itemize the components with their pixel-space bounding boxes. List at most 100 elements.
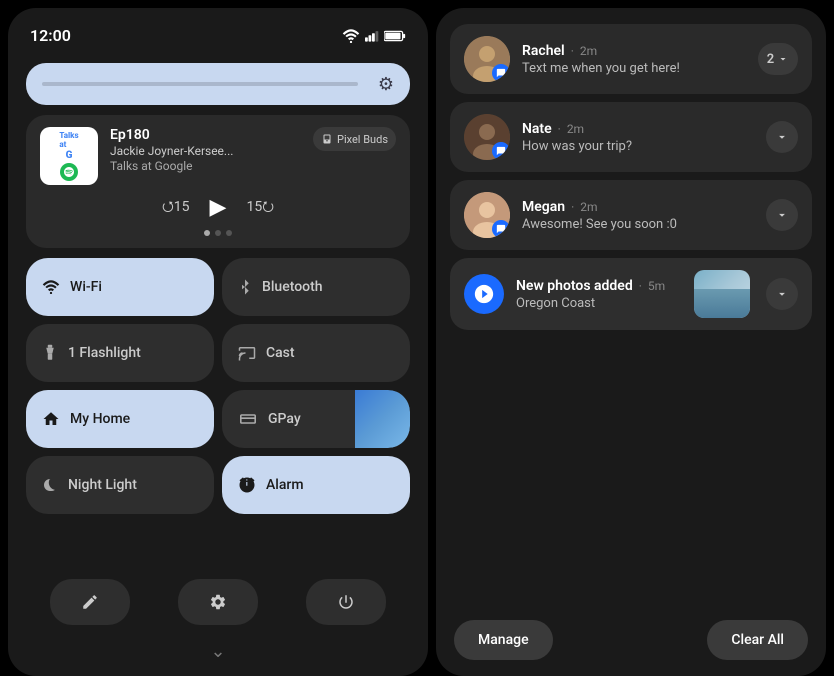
quick-tiles-grid: Wi-Fi Bluetooth 1 Flashlight <box>26 258 410 514</box>
status-time: 12:00 <box>30 26 71 45</box>
media-title: Jackie Joyner-Kersee... <box>110 144 301 158</box>
notif-time-nate: 2m <box>567 122 584 136</box>
notif-msg-nate: How was your trip? <box>522 139 754 154</box>
tile-night-light[interactable]: Night Light <box>26 456 214 514</box>
alarm-tile-icon <box>238 476 256 494</box>
tile-cast[interactable]: Cast <box>222 324 410 382</box>
notif-header-photos: New photos added · 5m <box>516 278 682 294</box>
notif-time-rachel: 2m <box>580 44 597 58</box>
bottom-bar <box>26 573 410 631</box>
notif-expand-nate[interactable] <box>766 121 798 153</box>
cast-tile-icon <box>238 345 256 361</box>
notification-actions: Manage Clear All <box>450 616 812 660</box>
wifi-tile-icon <box>42 280 60 294</box>
brightness-track <box>42 82 358 86</box>
status-icons <box>342 29 406 43</box>
power-button[interactable] <box>306 579 386 625</box>
edit-button[interactable] <box>50 579 130 625</box>
avatar-nate <box>464 114 510 160</box>
photos-thumb-inner <box>694 289 750 318</box>
tile-my-home[interactable]: My Home <box>26 390 214 448</box>
notif-name-nate: Nate <box>522 121 552 137</box>
tile-bluetooth-label: Bluetooth <box>262 279 323 295</box>
media-device-name: Pixel Buds <box>337 133 388 146</box>
manage-button[interactable]: Manage <box>454 620 553 660</box>
dot-3 <box>226 230 232 236</box>
avatar-badge-nate <box>492 142 510 160</box>
flashlight-tile-icon <box>42 344 58 362</box>
notif-header-megan: Megan · 2m <box>522 199 754 215</box>
tile-flashlight[interactable]: 1 Flashlight <box>26 324 214 382</box>
collapse-chevron[interactable]: ⌄ <box>26 641 410 666</box>
notification-nate[interactable]: Nate · 2m How was your trip? <box>450 102 812 172</box>
night-light-tile-icon <box>42 476 58 494</box>
tile-cast-label: Cast <box>266 345 295 361</box>
notification-rachel[interactable]: Rachel · 2m Text me when you get here! 2 <box>450 24 812 94</box>
brightness-icon: ⚙ <box>378 74 394 95</box>
battery-icon <box>384 30 406 42</box>
google-logo: G <box>66 150 73 161</box>
status-bar: 12:00 <box>26 26 410 53</box>
avatar-badge-megan <box>492 220 510 238</box>
tile-bluetooth[interactable]: Bluetooth <box>222 258 410 316</box>
tile-wifi[interactable]: Wi-Fi <box>26 258 214 316</box>
notif-content-nate: Nate · 2m How was your trip? <box>522 121 754 154</box>
media-source: Talks at Google <box>110 159 301 173</box>
tile-gpay-label: GPay <box>268 411 301 427</box>
media-controls[interactable]: ⭯15 ▶ 15⭮ <box>40 195 396 220</box>
dot-2 <box>215 230 221 236</box>
notif-header-nate: Nate · 2m <box>522 121 754 137</box>
photos-app-icon <box>464 274 504 314</box>
notif-time-megan: 2m <box>580 200 597 214</box>
tile-flashlight-label: 1 Flashlight <box>68 345 141 361</box>
notif-content-rachel: Rachel · 2m Text me when you get here! <box>522 43 746 76</box>
tile-my-home-label: My Home <box>70 411 130 427</box>
media-info: Ep180 Jackie Joyner-Kersee... Talks at G… <box>110 127 301 173</box>
gpay-tile-icon <box>238 411 258 427</box>
notif-time-photos: 5m <box>648 279 665 293</box>
tile-alarm[interactable]: Alarm <box>222 456 410 514</box>
home-tile-icon <box>42 410 60 428</box>
notif-msg-rachel: Text me when you get here! <box>522 61 746 76</box>
media-play-btn[interactable]: ▶ <box>210 195 227 220</box>
bluetooth-tile-icon <box>238 278 252 296</box>
notif-msg-megan: Awesome! See you soon :0 <box>522 217 754 232</box>
photos-thumbnail <box>694 270 750 318</box>
notif-content-photos: New photos added · 5m Oregon Coast <box>516 278 682 311</box>
notif-expand-photos[interactable] <box>766 278 798 310</box>
tile-alarm-label: Alarm <box>266 477 304 493</box>
media-card[interactable]: Talksat G Ep180 Jackie Joyner-Kersee... … <box>26 115 410 248</box>
notif-content-megan: Megan · 2m Awesome! See you soon :0 <box>522 199 754 232</box>
notifications-panel: Rachel · 2m Text me when you get here! 2 <box>436 8 826 676</box>
wifi-status-icon <box>342 29 360 43</box>
media-forward-btn[interactable]: 15⭮ <box>246 196 274 220</box>
signal-icon <box>365 29 379 43</box>
brightness-slider[interactable]: ⚙ <box>26 63 410 105</box>
quick-settings-panel: 12:00 <box>8 8 428 676</box>
media-device-badge: Pixel Buds <box>313 127 396 151</box>
dot-1 <box>204 230 210 236</box>
notif-count-rachel: 2 <box>767 52 774 67</box>
clear-all-button[interactable]: Clear All <box>707 620 808 660</box>
notification-megan[interactable]: Megan · 2m Awesome! See you soon :0 <box>450 180 812 250</box>
spotify-icon <box>60 163 78 181</box>
media-thumbnail: Talksat G <box>40 127 98 185</box>
avatar-badge-rachel <box>492 64 510 82</box>
gpay-overlay <box>355 390 410 448</box>
tile-gpay[interactable]: GPay <box>222 390 410 448</box>
avatar-rachel <box>464 36 510 82</box>
notif-title-photos: New photos added <box>516 278 633 294</box>
notification-photos[interactable]: New photos added · 5m Oregon Coast <box>450 258 812 330</box>
media-rewind-btn[interactable]: ⭯15 <box>162 196 190 220</box>
notif-name-megan: Megan <box>522 199 565 215</box>
thumbnail-text: Talksat <box>59 131 78 149</box>
avatar-megan <box>464 192 510 238</box>
tile-night-light-label: Night Light <box>68 477 137 493</box>
settings-button[interactable] <box>178 579 258 625</box>
notif-expand-rachel[interactable]: 2 <box>758 43 798 75</box>
media-episode: Ep180 <box>110 127 301 143</box>
notif-name-rachel: Rachel <box>522 43 565 59</box>
notif-expand-megan[interactable] <box>766 199 798 231</box>
notif-subtitle-photos: Oregon Coast <box>516 296 682 311</box>
notif-header-rachel: Rachel · 2m <box>522 43 746 59</box>
